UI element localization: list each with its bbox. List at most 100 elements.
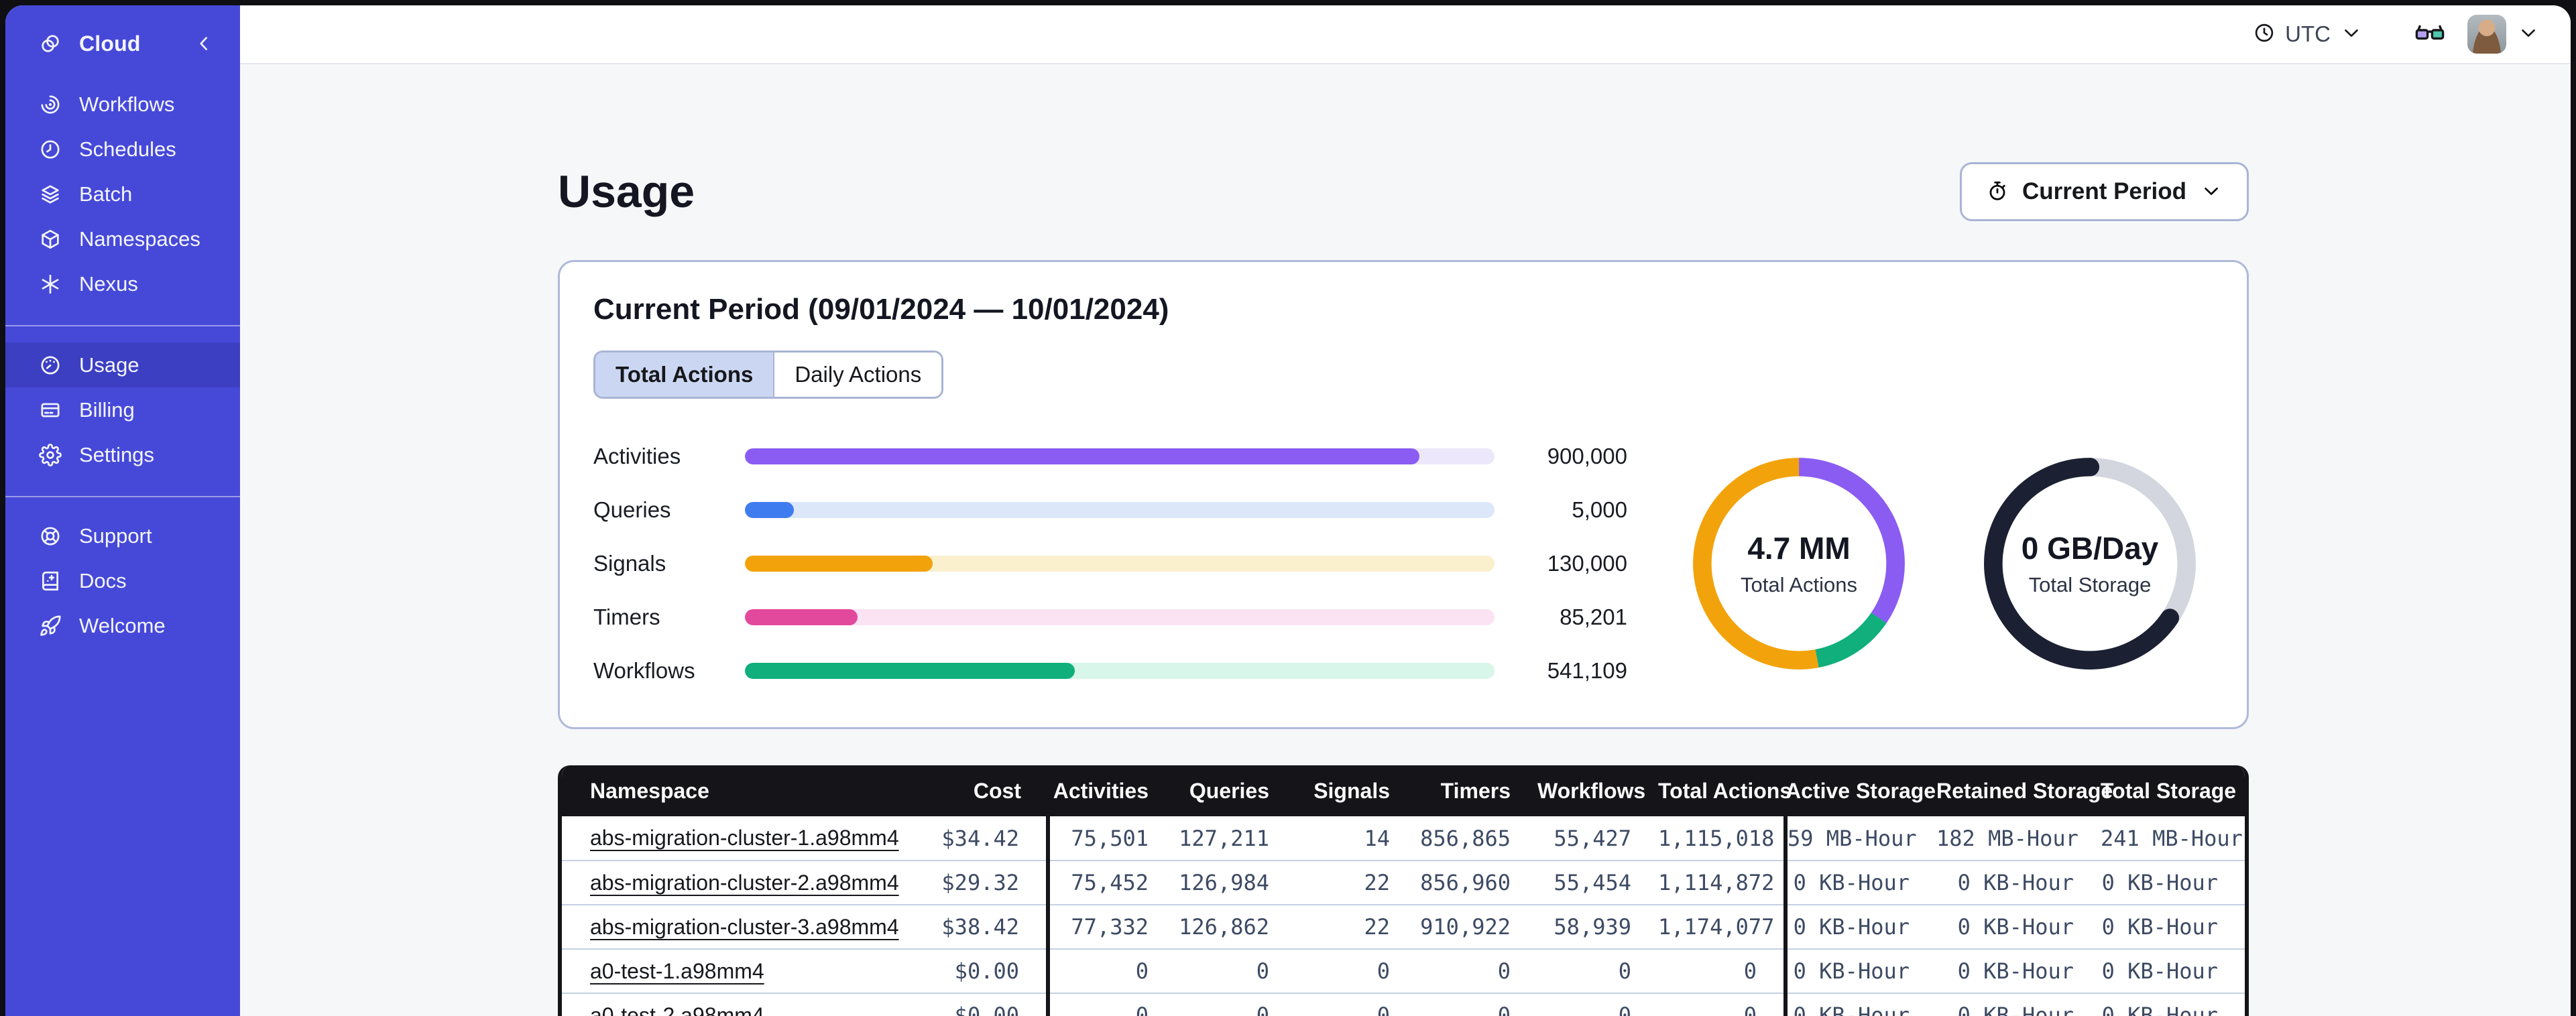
timezone-picker[interactable]: UTC — [2253, 21, 2363, 48]
bar-track-workflows — [745, 663, 1495, 679]
settings-icon — [39, 443, 62, 466]
bar-row-activities: Activities 900,000 — [593, 444, 1627, 469]
table-cell: abs-migration-cluster-2.a98mm4 — [562, 860, 937, 905]
bar-value: 541,109 — [1547, 658, 1627, 683]
table-cell: 14 — [1364, 825, 1390, 851]
column-header-namespace: Namespace — [562, 765, 937, 816]
sidebar-collapse-button[interactable] — [192, 31, 216, 56]
table-cell: 0 KB-Hour — [1783, 860, 1936, 905]
table-cell: 58,939 — [1537, 904, 1658, 949]
sidebar-section: Usage Billing Settings — [5, 325, 240, 484]
bar-value: 5,000 — [1572, 497, 1627, 522]
table-cell: 0 — [1417, 993, 1537, 1016]
bar-track-timers — [745, 609, 1495, 625]
sidebar-section: Workflows Schedules Batch Namespaces Nexus — [5, 75, 240, 313]
table-cell: 0 KB-Hour — [1936, 904, 2101, 949]
table-cell: 856,960 — [1417, 860, 1537, 905]
bar-row-workflows: Workflows 541,109 — [593, 658, 1627, 684]
actions-bar-chart: Activities 900,000 Queries 5,000 Signals 130,… — [593, 444, 1627, 684]
avatar[interactable] — [2467, 15, 2506, 54]
table-cell: 0 — [1296, 948, 1417, 993]
sidebar-item-support[interactable]: Support — [5, 513, 240, 558]
table-cell: 182 MB-Hour — [1936, 825, 2079, 851]
sidebar-item-label: Docs — [79, 568, 127, 592]
table-cell: 0 KB-Hour — [2101, 948, 2245, 993]
table-row: abs-migration-cluster-1.a98mm4 $34.42 75,5… — [562, 816, 2245, 861]
namespace-link[interactable]: a0-test-1.a98mm4 — [590, 959, 764, 983]
column-header-workflows: Workflows — [1537, 765, 1658, 816]
sidebar-item-billing[interactable]: Billing — [5, 387, 240, 432]
charts-row: Activities 900,000 Queries 5,000 Signals 130,… — [593, 440, 2213, 687]
chevron-down-icon — [2340, 21, 2363, 48]
namespace-link[interactable]: abs-migration-cluster-2.a98mm4 — [590, 871, 899, 895]
sidebar-item-usage[interactable]: Usage — [5, 342, 240, 387]
table-row: abs-migration-cluster-2.a98mm4 $29.32 75,4… — [562, 860, 2245, 905]
sidebar-nav: Workflows Schedules Batch Namespaces Nexus Us… — [5, 75, 240, 655]
sidebar-item-nexus[interactable]: Nexus — [5, 261, 240, 306]
brand-row: Cloud — [5, 5, 240, 75]
table-cell: $29.32 — [937, 860, 1048, 905]
bar-label: Timers — [593, 605, 660, 629]
namespace-link[interactable]: abs-migration-cluster-1.a98mm4 — [590, 826, 899, 850]
table-cell: 0 — [1046, 948, 1175, 993]
period-selector-button[interactable]: Current Period — [1959, 162, 2249, 221]
table-cell: $0.00 — [937, 993, 1048, 1016]
sidebar-item-label: Workflows — [79, 92, 175, 116]
tab-total-actions[interactable]: Total Actions — [595, 353, 774, 397]
user-menu-button[interactable] — [2517, 21, 2540, 48]
table-cell: 0 KB-Hour — [1783, 948, 1936, 993]
app-window: Cloud Workflows Schedules Batch Namespaces N… — [5, 5, 2571, 1016]
usage-card: Current Period (09/01/2024 — 10/01/2024)… — [558, 260, 2249, 729]
table-cell: 0 — [1175, 948, 1296, 993]
tab-daily-actions[interactable]: Daily Actions — [773, 353, 942, 397]
donut-label: Total Storage — [2028, 573, 2152, 596]
bar-track-queries — [745, 502, 1495, 518]
sidebar-item-label: Usage — [79, 353, 139, 377]
actions-tab-group: Total Actions Daily Actions — [593, 351, 944, 399]
table-cell: a0-test-2.a98mm4 — [562, 993, 937, 1016]
namespace-usage-table: Namespace Cost Activities Queries Signals Tim… — [558, 765, 2249, 1016]
table-cell: 55,427 — [1554, 825, 1631, 851]
bar-row-timers: Timers 85,201 — [593, 605, 1627, 630]
sidebar-item-label: Schedules — [79, 137, 176, 161]
sidebar-item-label: Support — [79, 523, 152, 548]
sidebar-item-workflows[interactable]: Workflows — [5, 82, 240, 127]
schedules-icon — [39, 138, 62, 161]
stopwatch-icon — [1986, 180, 2009, 204]
bar-value: 900,000 — [1547, 444, 1627, 468]
table-cell: 1,174,077 — [1658, 904, 1785, 949]
brand-label: Cloud — [79, 31, 141, 56]
namespace-link[interactable]: abs-migration-cluster-3.a98mm4 — [590, 915, 899, 939]
donut-label: Total Actions — [1740, 573, 1858, 596]
bar-label: Activities — [593, 444, 681, 468]
chevron-down-icon — [2200, 180, 2223, 204]
donut-total-storage: 0 GB/Day Total Storage — [1967, 440, 2213, 687]
bar-value: 85,201 — [1560, 605, 1627, 629]
namespace-link[interactable]: a0-test-2.a98mm4 — [590, 1003, 764, 1016]
table-cell: 910,922 — [1417, 904, 1537, 949]
table-cell: 75,501 — [1046, 816, 1175, 861]
column-header-total-actions: Total Actions — [1658, 765, 1792, 816]
sidebar-item-batch[interactable]: Batch — [5, 172, 240, 216]
bar-track-activities — [745, 448, 1495, 464]
sidebar-item-docs[interactable]: Docs — [5, 558, 240, 603]
usage-icon — [39, 354, 62, 377]
sidebar-section: Support Docs Welcome — [5, 496, 240, 655]
table-cell: 75,452 — [1046, 860, 1175, 905]
sidebar-item-schedules[interactable]: Schedules — [5, 127, 240, 172]
table-cell: 0 — [1417, 948, 1537, 993]
sidebar-item-label: Namespaces — [79, 227, 200, 251]
sidebar-item-welcome[interactable]: Welcome — [5, 603, 240, 648]
table-cell: 0 — [1537, 948, 1658, 993]
table-cell: 22 — [1296, 904, 1417, 949]
table-row: abs-migration-cluster-3.a98mm4 $38.42 77,3… — [562, 904, 2245, 949]
table-cell: 1,114,872 — [1658, 860, 1785, 905]
table-cell: $0.00 — [937, 948, 1048, 993]
sidebar-item-settings[interactable]: Settings — [5, 432, 240, 477]
appearance-toggle-button[interactable] — [2414, 17, 2446, 52]
support-icon — [39, 525, 62, 548]
column-header-active-storage: Active Storage — [1785, 765, 1936, 816]
sidebar-item-namespaces[interactable]: Namespaces — [5, 216, 240, 261]
billing-icon — [39, 399, 62, 422]
table-cell: $38.42 — [937, 904, 1048, 949]
